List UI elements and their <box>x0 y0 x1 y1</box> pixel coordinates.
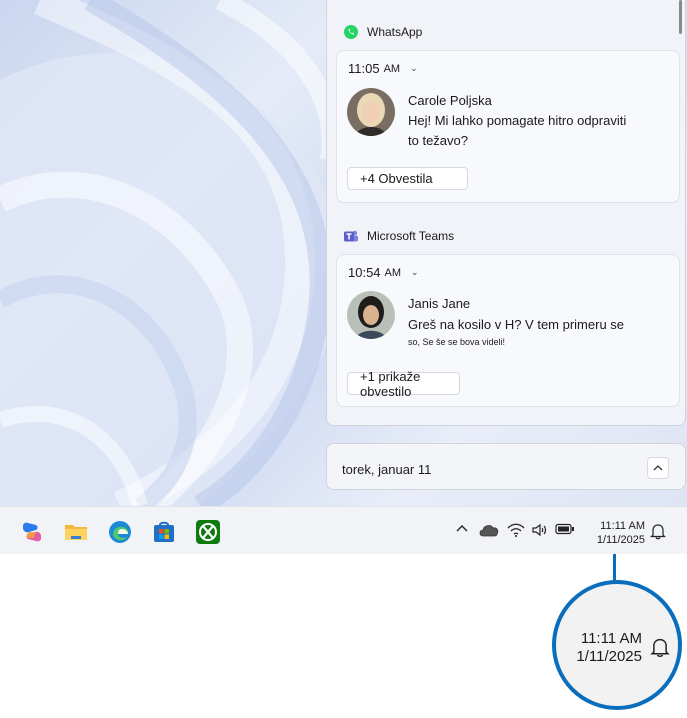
scrollbar[interactable] <box>679 0 682 34</box>
xbox-icon[interactable] <box>195 519 221 545</box>
zoom-clock-time: 11:11 AM <box>580 630 642 647</box>
zoom-clock: 11:11 AM 1/11/2025 <box>566 630 642 666</box>
teams-icon <box>343 228 359 244</box>
edge-icon[interactable] <box>107 519 133 545</box>
message-text: Hej! Mi lahko pomagate hitro odpraviti t… <box>408 113 627 148</box>
more-notifications-button[interactable]: +4 Obvestila <box>347 167 468 190</box>
show-hidden-icons-button[interactable] <box>456 523 468 533</box>
time-value: 11:05 <box>348 61 380 76</box>
notification-bell-icon[interactable] <box>650 522 666 545</box>
avatar <box>347 88 395 136</box>
notification-time[interactable]: 11:05 AM ⌄ <box>348 61 418 76</box>
whatsapp-icon <box>343 24 359 40</box>
onedrive-icon[interactable] <box>478 522 500 538</box>
app-header-whatsapp: WhatsApp <box>343 24 422 40</box>
notification-card-whatsapp[interactable]: 11:05 AM ⌄ Carole Poljska Hej! Mi lahko … <box>336 50 680 203</box>
store-icon[interactable] <box>151 519 177 545</box>
app-header-teams: Microsoft Teams <box>343 228 454 244</box>
app-name: WhatsApp <box>367 25 423 39</box>
collapse-button[interactable] <box>647 457 669 479</box>
sender-name: Janis Jane <box>408 296 471 311</box>
wifi-icon[interactable] <box>507 523 525 537</box>
clock-date: 1/11/2025 <box>596 534 645 546</box>
notification-time[interactable]: 10:54 AM ⌄ <box>348 265 419 280</box>
clock-zoom-callout: 11:11 AM 1/11/2025 <box>552 580 682 710</box>
battery-icon[interactable] <box>555 523 575 535</box>
date-text: torek, januar 11 <box>342 462 432 477</box>
chevron-up-icon <box>653 465 663 471</box>
time-ampm: AM <box>384 266 402 279</box>
zoom-clock-date: 1/11/2025 <box>576 648 642 665</box>
message-text-small: so, Se še se bova videli! <box>408 337 506 347</box>
more-notifications-button[interactable]: +1 prikaže obvestilo <box>347 369 460 399</box>
sender-name: Carole Poljska <box>408 93 492 108</box>
chevron-up-icon <box>456 525 468 532</box>
calendar-date-bar[interactable]: torek, januar 11 <box>326 443 686 490</box>
app-name: Microsoft Teams <box>367 229 455 243</box>
avatar <box>347 291 395 339</box>
chevron-down-icon[interactable]: ⌄ <box>410 63 418 74</box>
chevron-down-icon[interactable]: ⌄ <box>411 267 419 278</box>
time-ampm: AM <box>383 62 401 75</box>
clock-time: 11:11 AM <box>600 520 645 532</box>
copilot-icon[interactable] <box>19 519 45 545</box>
taskbar: 11:11 AM 1/11/2025 <box>0 506 687 554</box>
taskbar-clock[interactable]: 11:11 AM 1/11/2025 <box>585 519 645 547</box>
notification-panel: WhatsApp 11:05 AM ⌄ Carole Poljska Hej! … <box>326 0 686 426</box>
notification-card-teams[interactable]: 10:54 AM ⌄ Janis Jane Greš na kosilo v H… <box>336 254 680 407</box>
time-value: 10:54 <box>348 265 381 280</box>
volume-icon[interactable] <box>531 523 549 537</box>
bell-icon <box>650 636 670 663</box>
message-text: Greš na kosilo v H? V tem primeru se <box>408 317 625 332</box>
file-explorer-icon[interactable] <box>63 519 89 545</box>
